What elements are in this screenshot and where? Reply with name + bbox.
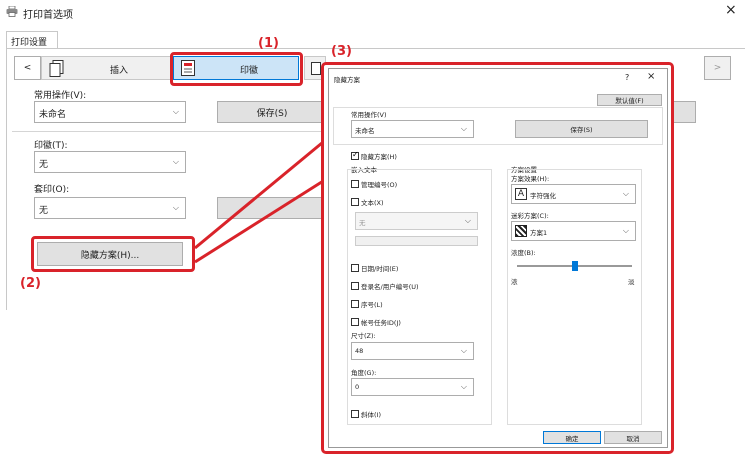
help-button[interactable]: ? [625,73,629,82]
dialog-favorite-label: 常用操作(V) [351,111,387,119]
camouflage-value: 方案1 [530,229,548,237]
dialog-save-button[interactable]: 保存(S) [515,120,648,138]
datetime-checkbox[interactable]: 日期/时间(E) [351,263,398,273]
text-check-label: 文本(X) [361,199,384,207]
default-label: 默认值(F) [615,97,644,105]
size-select[interactable]: 48 ⌵ [351,342,474,360]
chevron-down-icon: ⌵ [460,346,467,355]
checkbox-icon [351,300,359,308]
checkbox-icon [351,198,359,206]
dialog-favorite-select[interactable]: 未命名 ⌵ [351,120,474,138]
pattern-group [507,169,642,425]
pattern-effect-label: 方案效果(H): [511,175,550,183]
text-checkbox[interactable]: 文本(X) [351,197,384,207]
login-user-label: 登录名/用户编号(U) [361,283,419,291]
italic-checkbox[interactable]: 斜体(I) [351,409,381,419]
serial-label: 序号(L) [361,301,383,309]
checkbox-icon [351,282,359,290]
chevron-down-icon: ⌵ [622,226,629,235]
hidden-pattern-check-label: 隐藏方案(H) [361,153,397,161]
checkbox-icon [351,318,359,326]
dialog-favorite-value: 未命名 [355,127,375,135]
density-high-label: 淡 [628,278,635,286]
angle-select[interactable]: 0 ⌵ [351,378,474,396]
hidden-pattern-checkbox[interactable]: 隐藏方案(H) [351,150,397,161]
hidden-pattern-dialog: 隐藏方案 ? × 默认值(F) 常用操作(V) 未命名 ⌵ 保存(S) 隐藏方案… [328,68,668,448]
chevron-down-icon: ⌵ [464,216,471,225]
italic-label: 斜体(I) [361,411,381,419]
angle-label: 角度(G): [351,369,377,377]
ok-button[interactable]: 确定 [543,431,601,444]
pattern-effect-value: 字符强化 [530,192,556,200]
ok-label: 确定 [565,434,579,443]
text-select: 无 ⌵ [355,212,478,230]
pattern-icon [515,225,527,237]
density-label: 浓度(B): [511,249,536,257]
letter-a-icon: A [515,188,527,200]
account-job-id-checkbox[interactable]: 帐号任务ID(J) [351,317,401,327]
dialog-title: 隐藏方案 [334,76,360,84]
login-user-checkbox[interactable]: 登录名/用户编号(U) [351,281,419,291]
account-job-id-label: 帐号任务ID(J) [361,319,401,327]
dialog-close-button[interactable]: × [647,71,655,82]
camouflage-select[interactable]: 方案1 ⌵ [511,221,636,241]
dialog-save-label: 保存(S) [570,126,593,134]
cancel-label: 取消 [626,434,640,443]
manage-number-label: 管理编号(O) [361,181,398,189]
serial-checkbox[interactable]: 序号(L) [351,299,383,309]
datetime-label: 日期/时间(E) [361,265,399,273]
text-input [355,236,478,246]
size-value: 48 [355,347,364,355]
checkbox-icon [351,410,359,418]
pattern-effect-select[interactable]: A 字符强化 ⌵ [511,184,636,204]
chevron-down-icon: ⌵ [460,382,467,391]
manage-number-checkbox[interactable]: 管理编号(O) [351,179,397,189]
checkbox-icon [351,264,359,272]
angle-value: 0 [355,383,360,391]
camouflage-label: 迷彩方案(C): [511,212,549,220]
checkbox-checked-icon [351,150,359,160]
density-slider[interactable] [517,261,632,271]
default-button[interactable]: 默认值(F) [597,94,662,106]
slider-thumb[interactable] [572,261,578,271]
checkbox-icon [351,180,359,188]
chevron-down-icon: ⌵ [622,189,629,198]
cancel-button[interactable]: 取消 [604,431,662,444]
text-select-value: 无 [359,219,366,227]
chevron-down-icon: ⌵ [460,124,467,133]
density-low-label: 浓 [511,278,518,286]
size-label: 尺寸(Z): [351,332,376,340]
